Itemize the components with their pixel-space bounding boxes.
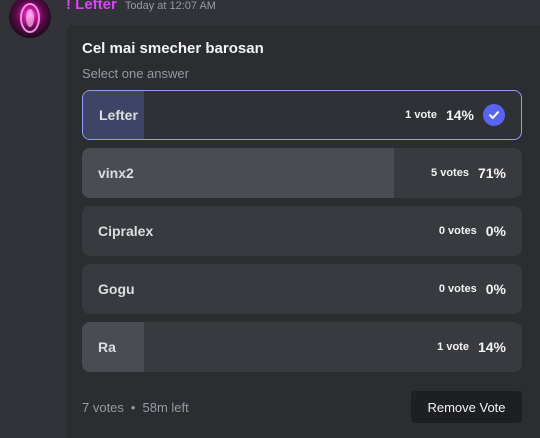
- vote-percent: 0%: [485, 223, 506, 239]
- poll-container: Cel mai smecher barosan Select one answe…: [66, 25, 540, 438]
- poll-question: Cel mai smecher barosan: [82, 40, 264, 57]
- answer-label: Lefter: [99, 107, 138, 123]
- answer-label: Ra: [98, 339, 116, 355]
- answer-stats: 5 votes 71%: [431, 165, 506, 181]
- checkmark-icon: [483, 104, 505, 126]
- poll-answer-lefter[interactable]: Lefter 1 vote 14%: [82, 90, 522, 140]
- answer-stats: 1 vote 14%: [405, 104, 505, 126]
- vote-count: 1 vote: [437, 341, 469, 353]
- time-left: 58m left: [142, 400, 189, 415]
- vote-percent: 0%: [485, 281, 506, 297]
- answer-stats: 0 votes 0%: [439, 281, 506, 297]
- avatar-image: [20, 3, 40, 33]
- poll-answer-cipralex[interactable]: Cipralex 0 votes 0%: [82, 206, 522, 256]
- vote-percent: 14%: [477, 339, 506, 355]
- vote-count: 0 votes: [438, 283, 477, 295]
- author-name[interactable]: ! Lefter: [66, 0, 117, 13]
- vote-percent: 14%: [445, 107, 474, 123]
- message-header: ! Lefter Today at 12:07 AM: [66, 0, 216, 16]
- poll-answer-ra[interactable]: Ra 1 vote 14%: [82, 322, 522, 372]
- answer-label: Gogu: [98, 281, 135, 297]
- answer-stats: 1 vote 14%: [437, 339, 506, 355]
- answer-stats: 0 votes 0%: [439, 223, 506, 239]
- vote-count: 5 votes: [431, 167, 469, 179]
- vote-count: 0 votes: [438, 225, 477, 237]
- poll-footer: 7 votes • 58m left: [82, 400, 189, 415]
- poll-answer-gogu[interactable]: Gogu 0 votes 0%: [82, 264, 522, 314]
- message-timestamp: Today at 12:07 AM: [124, 0, 216, 12]
- remove-vote-button[interactable]: Remove Vote: [411, 391, 522, 423]
- separator-dot: •: [130, 400, 136, 415]
- user-avatar[interactable]: [9, 0, 51, 38]
- poll-answer-vinx2[interactable]: vinx2 5 votes 71%: [82, 148, 522, 198]
- vote-count: 1 vote: [405, 109, 437, 121]
- total-votes[interactable]: 7 votes: [82, 400, 124, 415]
- poll-prompt: Select one answer: [82, 66, 189, 81]
- answer-label: Cipralex: [98, 223, 154, 239]
- vote-percent: 71%: [477, 165, 506, 181]
- chat-message: ! Lefter Today at 12:07 AM Cel mai smech…: [0, 0, 540, 438]
- answer-label: vinx2: [98, 165, 134, 181]
